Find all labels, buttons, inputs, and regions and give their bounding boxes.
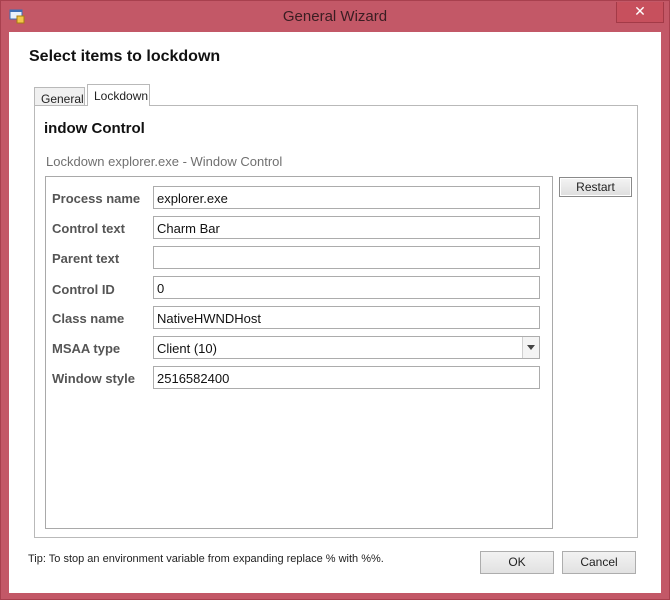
process-name-label: Process name bbox=[52, 191, 141, 206]
control-text-label: Control text bbox=[52, 221, 125, 236]
panel-subtitle: Lockdown explorer.exe - Window Control bbox=[46, 154, 283, 169]
restart-button[interactable]: Restart bbox=[559, 177, 632, 197]
close-icon: ✕ bbox=[634, 3, 646, 19]
ok-button[interactable]: OK bbox=[480, 551, 554, 574]
chevron-down-icon bbox=[527, 345, 535, 350]
parent-text-input[interactable] bbox=[153, 246, 540, 269]
msaa-type-value: Client (10) bbox=[157, 341, 217, 356]
process-name-input[interactable]: explorer.exe bbox=[153, 186, 540, 209]
class-name-label: Class name bbox=[52, 311, 125, 326]
control-id-label: Control ID bbox=[52, 282, 115, 297]
parent-text-label: Parent text bbox=[52, 251, 120, 266]
tip-text: Tip: To stop an environment variable fro… bbox=[28, 553, 384, 565]
window-title: General Wizard bbox=[282, 8, 388, 25]
control-text-input[interactable]: Charm Bar bbox=[153, 216, 540, 239]
msaa-type-label: MSAA type bbox=[52, 341, 121, 356]
class-name-input[interactable]: NativeHWNDHost bbox=[153, 306, 540, 329]
tab-general[interactable]: General bbox=[34, 87, 85, 106]
window-style-label: Window style bbox=[52, 371, 135, 386]
title-bar[interactable]: General Wizard ✕ bbox=[1, 1, 669, 32]
cancel-button[interactable]: Cancel bbox=[562, 551, 636, 574]
window-style-input[interactable]: 2516582400 bbox=[153, 366, 540, 389]
page-heading: Select items to lockdown bbox=[29, 48, 221, 65]
wizard-window: General Wizard ✕ Select items to lockdow… bbox=[0, 0, 670, 600]
close-button[interactable]: ✕ bbox=[616, 2, 664, 23]
tab-lockdown[interactable]: Lockdown bbox=[87, 84, 150, 106]
properties-group: Process name explorer.exe Control text C… bbox=[45, 176, 553, 529]
control-id-input[interactable]: 0 bbox=[153, 276, 540, 299]
lockdown-tab-panel: indow Control Lockdown explorer.exe - Wi… bbox=[34, 105, 638, 538]
msaa-type-select[interactable]: Client (10) bbox=[153, 336, 540, 359]
dialog-client-area: Select items to lockdown General Lockdow… bbox=[9, 32, 661, 593]
panel-title: indow Control bbox=[44, 120, 145, 137]
dropdown-button[interactable] bbox=[522, 337, 539, 358]
